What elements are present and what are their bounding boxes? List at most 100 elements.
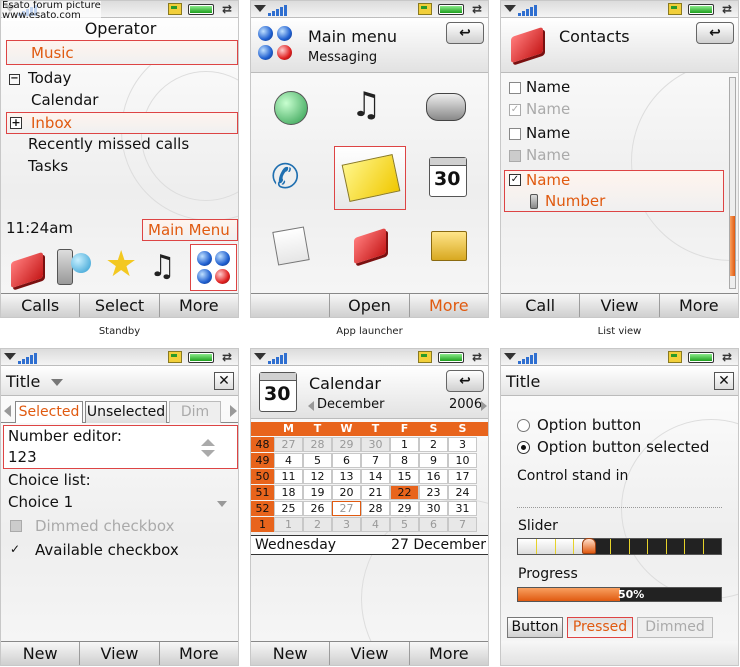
calendar-day[interactable]: 28 — [303, 437, 332, 452]
menu-arrow-icon[interactable] — [4, 353, 16, 360]
title-dropdown-icon[interactable] — [51, 379, 63, 386]
calendar-day[interactable]: 1 — [274, 517, 303, 532]
calendar-day[interactable]: 4 — [361, 517, 390, 532]
calendar-day[interactable]: 26 — [303, 501, 332, 516]
softkey-more[interactable]: More — [409, 642, 488, 665]
normal-button[interactable]: Button — [507, 617, 563, 638]
checkbox-3[interactable] — [509, 128, 521, 140]
softkey-new[interactable]: New — [1, 642, 81, 665]
calendar-day[interactable]: 18 — [274, 485, 303, 500]
menu-arrow-icon[interactable] — [254, 5, 266, 12]
inbox-expand-icon[interactable]: + — [10, 117, 22, 129]
choice-dropdown-icon[interactable] — [217, 501, 227, 507]
internet-icon[interactable] — [71, 253, 91, 273]
number-editor[interactable]: Number editor: 123 — [3, 425, 238, 469]
today-expand-icon[interactable]: − — [9, 74, 20, 85]
calendar-day[interactable]: 14 — [361, 469, 390, 484]
calendar-day[interactable]: 31 — [448, 501, 477, 516]
calendar-day[interactable]: 6 — [419, 517, 448, 532]
organizer-icon[interactable]: 30 — [429, 157, 467, 197]
softkey-more[interactable]: More — [409, 294, 488, 317]
calendar-day[interactable]: 13 — [332, 469, 361, 484]
calendar-day[interactable]: 30 — [419, 501, 448, 516]
calendar-day[interactable]: 23 — [419, 485, 448, 500]
calendar-day[interactable]: 25 — [274, 501, 303, 516]
menu-arrow-icon[interactable] — [504, 5, 516, 12]
back-button[interactable]: ↩ — [446, 22, 484, 44]
radio-option-label[interactable]: Option button — [537, 416, 641, 434]
radio-option[interactable] — [517, 419, 530, 432]
radio-option-selected[interactable] — [517, 441, 530, 454]
today-label[interactable]: Today — [28, 69, 71, 87]
main-menu-icon[interactable] — [190, 244, 237, 291]
tab-selected[interactable]: Selected — [15, 401, 83, 423]
slider-thumb[interactable] — [582, 538, 596, 554]
softkey-view[interactable]: View — [330, 642, 410, 665]
calendar-day[interactable]: 2 — [303, 517, 332, 532]
calendar-day[interactable]: 7 — [448, 517, 477, 532]
close-button[interactable]: ✕ — [214, 372, 234, 390]
selected-contact[interactable]: ✓ Name Number — [504, 170, 724, 212]
slider-track[interactable] — [517, 538, 722, 555]
stepper-down-icon[interactable] — [201, 450, 215, 457]
tab-scroll-right-icon[interactable] — [230, 405, 237, 417]
calendar-day[interactable]: 17 — [448, 469, 477, 484]
calendar-day[interactable]: 19 — [303, 485, 332, 500]
calendar-day[interactable]: 9 — [419, 453, 448, 468]
main-menu-label[interactable]: Main Menu — [142, 219, 238, 241]
calendar-day[interactable]: 8 — [390, 453, 419, 468]
calendar-day[interactable]: 29 — [390, 501, 419, 516]
shortcut-music[interactable]: Music — [6, 40, 238, 65]
calendar-day[interactable]: 24 — [448, 485, 477, 500]
next-month-icon[interactable] — [481, 401, 487, 411]
call-register-icon[interactable]: ✆ — [271, 157, 311, 197]
choice-list-value[interactable]: Choice 1 — [8, 493, 73, 511]
calendar-day[interactable]: 1 — [390, 437, 419, 452]
calendar-day[interactable]: 6 — [332, 453, 361, 468]
scrollbar[interactable] — [729, 77, 736, 289]
softkey-more[interactable]: More — [659, 294, 738, 317]
calendar-day[interactable]: 27 — [274, 437, 303, 452]
number-editor-value[interactable]: 123 — [8, 448, 37, 466]
location-services-icon[interactable] — [274, 91, 308, 125]
tab-unselected[interactable]: Unselected — [85, 401, 167, 423]
messaging-tile[interactable] — [334, 146, 406, 210]
favourites-icon[interactable]: ★ — [105, 245, 143, 285]
tasks-item[interactable]: Tasks — [28, 157, 68, 175]
calendar-day[interactable]: 29 — [332, 437, 361, 452]
list-item[interactable]: Name — [526, 78, 570, 96]
checkbox-1[interactable] — [509, 82, 521, 94]
games-icon[interactable] — [426, 93, 466, 121]
missed-calls-item[interactable]: Recently missed calls — [28, 135, 189, 153]
calendar-day[interactable]: 20 — [332, 485, 361, 500]
calendar-day[interactable]: 12 — [303, 469, 332, 484]
menu-arrow-icon[interactable] — [254, 353, 266, 360]
calendar-day[interactable]: 11 — [274, 469, 303, 484]
softkey-view[interactable]: View — [80, 642, 160, 665]
checkbox-selected[interactable]: ✓ — [509, 174, 521, 186]
tab-scroll-left-icon[interactable] — [4, 405, 11, 417]
softkey-new[interactable]: New — [251, 642, 331, 665]
settings-icon[interactable] — [431, 231, 467, 261]
softkey-view[interactable]: View — [580, 294, 660, 317]
calendar-day[interactable]: 5 — [303, 453, 332, 468]
calendar-day[interactable]: 28 — [361, 501, 390, 516]
back-button[interactable]: ↩ — [696, 22, 734, 44]
scrollbar-thumb[interactable] — [730, 216, 735, 276]
radio-option-selected-label[interactable]: Option button selected — [537, 438, 709, 456]
calendar-day[interactable]: 3 — [448, 437, 477, 452]
back-button[interactable]: ↩ — [446, 370, 484, 392]
calendar-day[interactable]: 30 — [361, 437, 390, 452]
softkey-open[interactable]: Open — [330, 294, 410, 317]
calendar-day[interactable]: 16 — [419, 469, 448, 484]
calendar-day[interactable]: 10 — [448, 453, 477, 468]
prev-month-icon[interactable] — [308, 401, 314, 411]
media-icon[interactable]: ♫ — [149, 249, 185, 285]
close-button[interactable]: ✕ — [714, 372, 734, 390]
softkey-select[interactable]: Select — [80, 294, 160, 317]
calendar-day[interactable]: 2 — [419, 437, 448, 452]
calendar-day[interactable]: 15 — [390, 469, 419, 484]
calendar-day-today[interactable]: 27 — [332, 501, 361, 516]
calendar-day[interactable]: 3 — [332, 517, 361, 532]
phone-icon[interactable] — [57, 249, 73, 285]
